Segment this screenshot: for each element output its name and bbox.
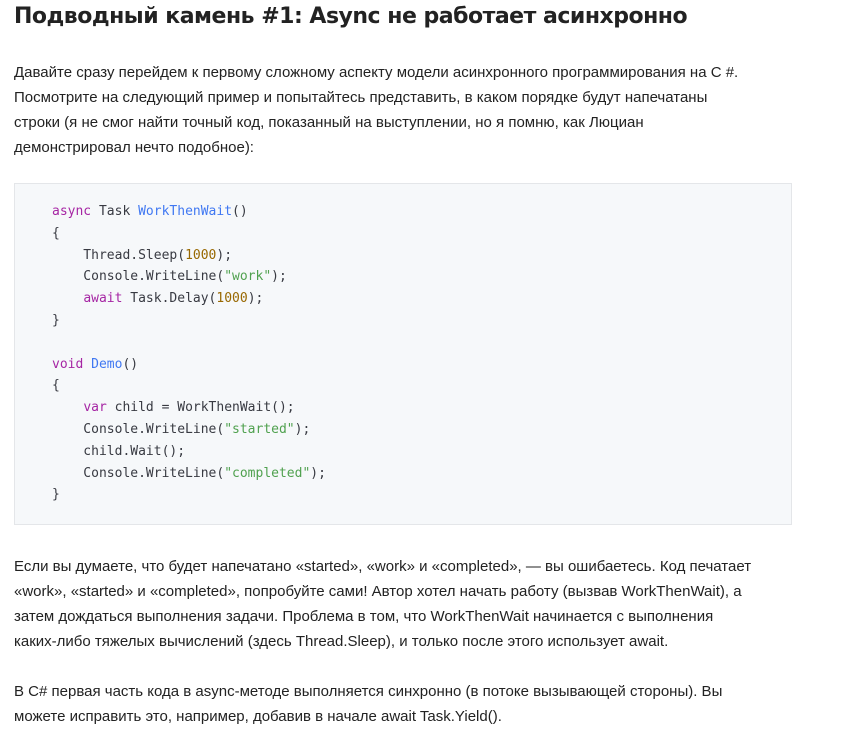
- code-text: (): [122, 356, 139, 372]
- conclusion-paragraph: В C# первая часть кода в async-методе вы…: [14, 679, 804, 729]
- intro-line: Посмотрите на следующий пример и попытай…: [14, 89, 708, 106]
- code-keyword: await: [83, 291, 123, 307]
- code-function-name: Demo: [91, 356, 123, 372]
- code-text: }: [52, 487, 60, 503]
- intro-line: демонстрировал нечто подобное):: [14, 139, 254, 156]
- article-title: Подводный камень #1: Async не работает а…: [14, 4, 688, 29]
- explanation-paragraph: Если вы думаете, что будет напечатано «s…: [14, 554, 804, 654]
- code-text: );: [247, 291, 264, 307]
- code-text: Thread.Sleep(: [52, 247, 186, 263]
- code-line: async Task WorkThenWait(): [52, 201, 326, 223]
- conclusion-line: В C# первая часть кода в async-методе вы…: [14, 683, 723, 700]
- code-text: Task: [91, 204, 139, 219]
- code-line: void Demo(): [52, 354, 326, 376]
- code-line: Thread.Sleep(1000);: [52, 245, 326, 267]
- code-line: Console.WriteLine("completed");: [52, 463, 326, 485]
- explanation-line: затем дождаться выполнения задачи. Пробл…: [14, 608, 714, 625]
- explanation-line: Если вы думаете, что будет напечатано «s…: [14, 558, 752, 575]
- code-text: (): [232, 204, 248, 219]
- code-text: );: [294, 421, 311, 437]
- code-text: );: [216, 247, 233, 263]
- code-string: "work": [224, 269, 272, 285]
- code-block[interactable]: async Task WorkThenWait(){ Thread.Sleep(…: [14, 183, 792, 525]
- code-string: "started": [224, 421, 295, 437]
- code-line: {: [52, 375, 326, 397]
- intro-line: Давайте сразу перейдем к первому сложном…: [14, 64, 739, 81]
- explanation-line: каких-либо тяжелых вычислений (здесь Thr…: [14, 633, 669, 650]
- code-text: {: [52, 378, 60, 394]
- intro-paragraph: Давайте сразу перейдем к первому сложном…: [14, 60, 804, 160]
- code-text: child = WorkThenWait();: [106, 400, 295, 416]
- code-line: {: [52, 223, 326, 245]
- code-text: }: [52, 312, 60, 328]
- code-line: }: [52, 484, 326, 506]
- code-text: Console.WriteLine(: [52, 421, 225, 437]
- code-text: Task.Delay(: [122, 291, 217, 307]
- code-text: Console.WriteLine(: [52, 269, 225, 285]
- code-text: child.Wait();: [52, 443, 186, 459]
- code-line: var child = WorkThenWait();: [52, 397, 326, 419]
- code-text: {: [52, 225, 60, 241]
- code-line: }: [52, 310, 326, 332]
- code-line: Console.WriteLine("started");: [52, 419, 326, 441]
- code-function-name: WorkThenWait: [138, 204, 233, 219]
- code-number: 1000: [216, 291, 248, 307]
- code-line: child.Wait();: [52, 441, 326, 463]
- code-number: 1000: [185, 247, 217, 263]
- code-keyword: void: [52, 356, 84, 372]
- code-string: "completed": [224, 465, 311, 481]
- conclusion-line: можете исправить это, например, добавив …: [14, 708, 502, 725]
- code-line: Console.WriteLine("work");: [52, 266, 326, 288]
- code-text: );: [271, 269, 287, 285]
- explanation-line: «work», «started» и «completed», попробу…: [14, 583, 742, 600]
- code-listing[interactable]: async Task WorkThenWait(){ Thread.Sleep(…: [52, 201, 326, 506]
- code-text: Console.WriteLine(: [52, 465, 225, 481]
- code-keyword: async: [52, 204, 92, 219]
- code-line: await Task.Delay(1000);: [52, 288, 326, 310]
- code-keyword: var: [83, 400, 107, 416]
- intro-line: строки (я не смог найти точный код, пока…: [14, 114, 644, 131]
- code-text: );: [310, 465, 326, 481]
